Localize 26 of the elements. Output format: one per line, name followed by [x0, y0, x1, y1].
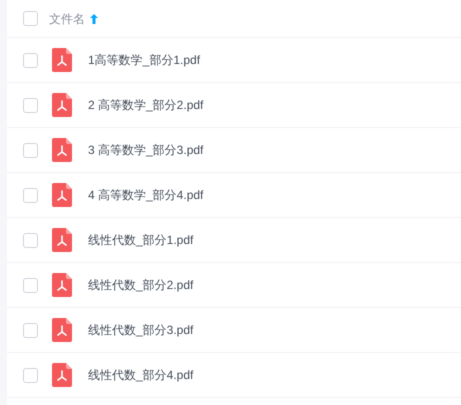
pdf-file-icon — [52, 273, 72, 297]
file-name[interactable]: 线性代数_部分3.pdf — [88, 321, 194, 339]
file-name[interactable]: 4 高等数学_部分4.pdf — [88, 186, 204, 204]
pdf-file-icon — [52, 228, 72, 252]
file-name[interactable]: 线性代数_部分4.pdf — [88, 366, 194, 384]
checkbox[interactable] — [23, 142, 38, 158]
file-name[interactable]: 3 高等数学_部分3.pdf — [88, 141, 204, 159]
file-name[interactable]: 2 高等数学_部分2.pdf — [88, 96, 204, 114]
pdf-file-icon — [52, 93, 72, 117]
pdf-file-icon — [52, 363, 72, 387]
checkbox[interactable] — [23, 368, 38, 382]
checkbox[interactable] — [23, 322, 38, 338]
file-name[interactable]: 1高等数学_部分1.pdf — [88, 51, 200, 69]
pdf-file-icon — [52, 138, 72, 162]
checkbox[interactable] — [23, 188, 38, 202]
pdf-file-icon — [52, 318, 72, 342]
file-name[interactable]: 线性代数_部分1.pdf — [88, 231, 194, 249]
pdf-file-icon — [52, 48, 72, 72]
checkbox[interactable] — [23, 52, 38, 68]
checkbox[interactable] — [23, 11, 38, 26]
sort-arrow-icon[interactable] — [89, 12, 99, 24]
checkbox[interactable] — [23, 278, 38, 292]
checkbox[interactable] — [23, 232, 38, 248]
file-name[interactable]: 线性代数_部分2.pdf — [88, 276, 194, 294]
checkbox[interactable] — [23, 98, 38, 112]
pdf-file-icon — [52, 183, 72, 207]
